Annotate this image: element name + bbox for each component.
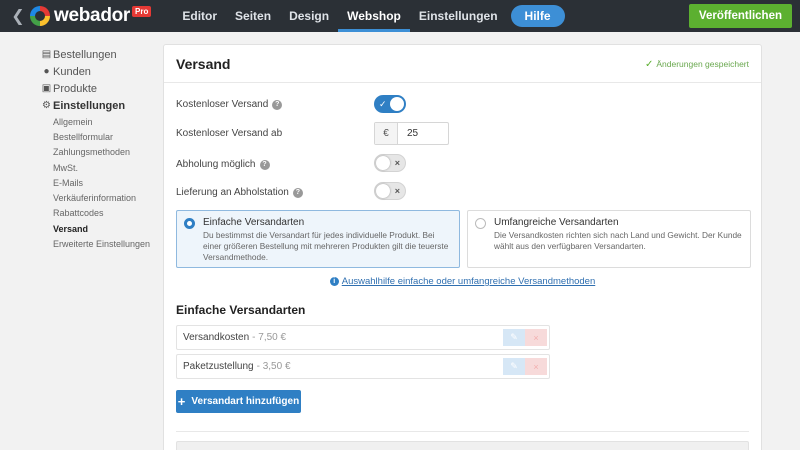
pickup-station-row: Lieferung an Abholstation ? — [176, 187, 303, 198]
sidebar-sub-verkaeuferinformation[interactable]: Verkäuferinformation — [40, 190, 160, 205]
help-icon[interactable]: ? — [292, 187, 303, 198]
pickup-station-toggle[interactable]: × — [374, 182, 406, 200]
help-link-row: i Auswahlhilfe einfache oder umfangreich… — [164, 276, 761, 287]
back-chevron-icon[interactable]: ❮ — [8, 0, 28, 32]
sidebar-item-label: Kunden — [53, 65, 91, 78]
saved-status: ✓ Änderungen gespeichert — [645, 59, 749, 70]
sidebar-sub-emails[interactable]: E-Mails — [40, 175, 160, 190]
logo[interactable]: webador Pro — [30, 5, 152, 27]
option-description: Die Versandkosten richten sich nach Land… — [494, 230, 742, 251]
sidebar-sub-mwst[interactable]: MwSt. — [40, 160, 160, 175]
sidebar-item-produkte[interactable]: ▣ Produkte — [40, 80, 160, 97]
nav-webshop[interactable]: Webshop — [338, 0, 410, 32]
help-button[interactable]: Hilfe — [510, 5, 565, 27]
sidebar-item-label: Produkte — [53, 82, 98, 95]
pickup-station-label: Lieferung an Abholstation — [176, 187, 289, 198]
help-icon[interactable]: ? — [272, 99, 283, 110]
pro-badge: Pro — [132, 5, 152, 17]
person-icon: ● — [43, 66, 50, 77]
edit-icon[interactable]: ✎ — [503, 329, 525, 346]
delete-icon[interactable]: × — [525, 358, 547, 375]
panel-header: Versand ✓ Änderungen gespeichert — [164, 45, 761, 83]
divider — [176, 431, 749, 432]
free-shipping-from-row: Kostenloser Versand ab — [176, 128, 282, 139]
option-title: Einfache Versandarten — [203, 217, 305, 228]
sidebar-item-bestellungen[interactable]: ▤ Bestellungen — [40, 46, 160, 63]
currency-addon: € — [375, 123, 398, 144]
brand-name: webador — [54, 5, 131, 26]
sidebar-item-label: Bestellungen — [53, 48, 117, 61]
pickup-row: Abholung möglich ? — [176, 159, 270, 170]
free-shipping-from-label: Kostenloser Versand ab — [176, 128, 283, 139]
option-title: Umfangreiche Versandarten — [494, 217, 619, 228]
cart-icon: ▣ — [41, 83, 52, 94]
option-description: Du bestimmst die Versandart für jedes in… — [203, 230, 449, 262]
sidebar-sub-erweiterte-einstellungen[interactable]: Erweiterte Einstellungen — [40, 236, 160, 251]
delete-icon[interactable]: × — [525, 329, 547, 346]
toggle-knob — [376, 156, 390, 170]
shipping-method-row: Versandkosten - 7,50 € ✎ × — [176, 325, 550, 350]
nav-design[interactable]: Design — [280, 0, 338, 32]
sidebar-item-einstellungen[interactable]: ⚙ Einstellungen — [40, 97, 160, 114]
radio-simple-shipping[interactable] — [184, 218, 195, 229]
help-icon[interactable]: ? — [259, 159, 270, 170]
edit-icon[interactable]: ✎ — [503, 358, 525, 375]
radio-extended-shipping[interactable] — [475, 218, 486, 229]
shipping-panel: Versand ✓ Änderungen gespeichert Kostenlo… — [163, 44, 762, 450]
next-section-bar — [176, 441, 749, 450]
pickup-label: Abholung möglich — [176, 159, 256, 170]
shipping-help-link[interactable]: Auswahlhilfe einfache oder umfangreiche … — [342, 276, 596, 287]
row-actions: ✎ × — [503, 329, 547, 346]
gear-icon: ⚙ — [42, 100, 51, 111]
pickup-toggle[interactable]: × — [374, 154, 406, 172]
publish-button[interactable]: Veröffentlichen — [688, 4, 792, 28]
toggle-knob — [376, 184, 390, 198]
add-button-label: Versandart hinzufügen — [191, 396, 300, 407]
sidebar-sub-rabattcodes[interactable]: Rabattcodes — [40, 206, 160, 221]
section-title: Einfache Versandarten — [176, 303, 306, 317]
sidebar-item-label: Einstellungen — [53, 99, 126, 112]
sidebar-sub-zahlungsmethoden[interactable]: Zahlungsmethoden — [40, 145, 160, 160]
page-title: Versand — [176, 55, 231, 72]
shipping-method-name: Paketzustellung — [183, 361, 254, 372]
free-shipping-row: Kostenloser Versand ? — [176, 99, 283, 110]
close-icon: × — [394, 186, 400, 196]
sidebar-sub-allgemein[interactable]: Allgemein — [40, 114, 160, 129]
info-icon: i — [329, 277, 339, 286]
document-icon: ▤ — [41, 49, 52, 60]
logo-icon — [30, 6, 50, 26]
main-nav: Editor Seiten Design Webshop Einstellung… — [173, 0, 506, 32]
option-extended-shipping[interactable]: Umfangreiche Versandarten Die Versandkos… — [467, 210, 751, 268]
free-shipping-toggle[interactable]: ✓ — [374, 95, 406, 113]
shipping-method-price: - 3,50 € — [256, 361, 291, 372]
check-icon: ✓ — [644, 59, 654, 70]
top-bar: ❮ webador Pro Editor Seiten Design Websh… — [0, 0, 800, 32]
shipping-method-price: - 7,50 € — [252, 332, 287, 343]
sidebar-sub-versand[interactable]: Versand — [40, 221, 160, 236]
nav-seiten[interactable]: Seiten — [226, 0, 280, 32]
add-shipping-method-button[interactable]: + Versandart hinzufügen — [176, 390, 301, 413]
row-actions: ✎ × — [503, 358, 547, 375]
option-simple-shipping[interactable]: Einfache Versandarten Du bestimmst die V… — [176, 210, 460, 268]
free-shipping-label: Kostenloser Versand — [176, 99, 269, 110]
saved-text: Änderungen gespeichert — [656, 59, 749, 69]
nav-editor[interactable]: Editor — [173, 0, 226, 32]
plus-icon: + — [177, 394, 186, 409]
check-icon: ✓ — [379, 99, 387, 109]
shipping-method-name: Versandkosten — [183, 332, 250, 343]
free-shipping-from-input[interactable]: € 25 — [374, 122, 449, 145]
sidebar-item-kunden[interactable]: ● Kunden — [40, 63, 160, 80]
nav-einstellungen[interactable]: Einstellungen — [410, 0, 507, 32]
shipping-method-row: Paketzustellung - 3,50 € ✎ × — [176, 354, 550, 379]
sidebar-sub-bestellformular[interactable]: Bestellformular — [40, 129, 160, 144]
sidebar: ▤ Bestellungen ● Kunden ▣ Produkte ⚙ Ein… — [40, 46, 160, 252]
toggle-knob — [390, 97, 404, 111]
close-icon: × — [394, 158, 400, 168]
free-shipping-from-value[interactable]: 25 — [398, 123, 448, 144]
